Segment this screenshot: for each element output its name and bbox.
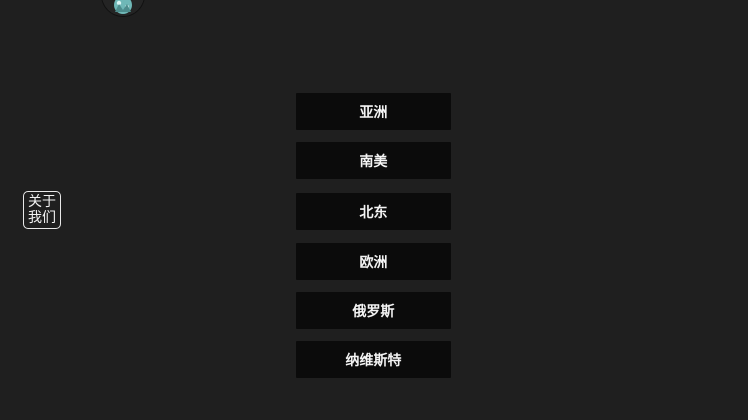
region-button-asia[interactable]: 亚洲	[296, 93, 451, 130]
region-label: 南美	[359, 153, 388, 170]
main-screen: 关于我们 亚洲 南美 北东 欧洲 俄罗斯 纳维斯特	[0, 0, 748, 420]
region-label: 欧洲	[359, 254, 388, 271]
region-button-north-east[interactable]: 北东	[296, 193, 451, 230]
about-us-button[interactable]: 关于我们	[23, 191, 61, 229]
region-button-russia[interactable]: 俄罗斯	[296, 292, 451, 329]
region-label: 纳维斯特	[345, 352, 402, 369]
region-label: 亚洲	[359, 104, 388, 121]
about-us-label: 关于我们	[28, 194, 56, 226]
region-button-south-america[interactable]: 南美	[296, 142, 451, 179]
game-avatar-icon	[102, 0, 144, 16]
region-button-europe[interactable]: 欧洲	[296, 243, 451, 280]
avatar[interactable]	[102, 0, 144, 16]
region-label: 北东	[359, 204, 388, 221]
region-button-navist[interactable]: 纳维斯特	[296, 341, 451, 378]
region-label: 俄罗斯	[352, 303, 395, 320]
